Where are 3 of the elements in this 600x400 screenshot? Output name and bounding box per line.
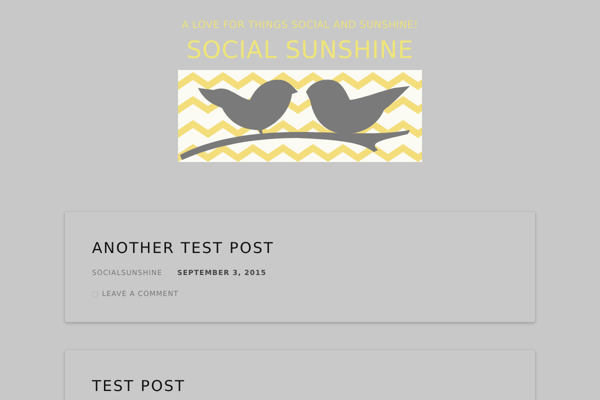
post-title-link[interactable]: ANOTHER TEST POST bbox=[92, 239, 274, 257]
site-tagline: A LOVE FOR THINGS SOCIAL AND SUNSHINE! bbox=[182, 20, 418, 32]
post-title-link[interactable]: TEST POST bbox=[92, 377, 186, 395]
